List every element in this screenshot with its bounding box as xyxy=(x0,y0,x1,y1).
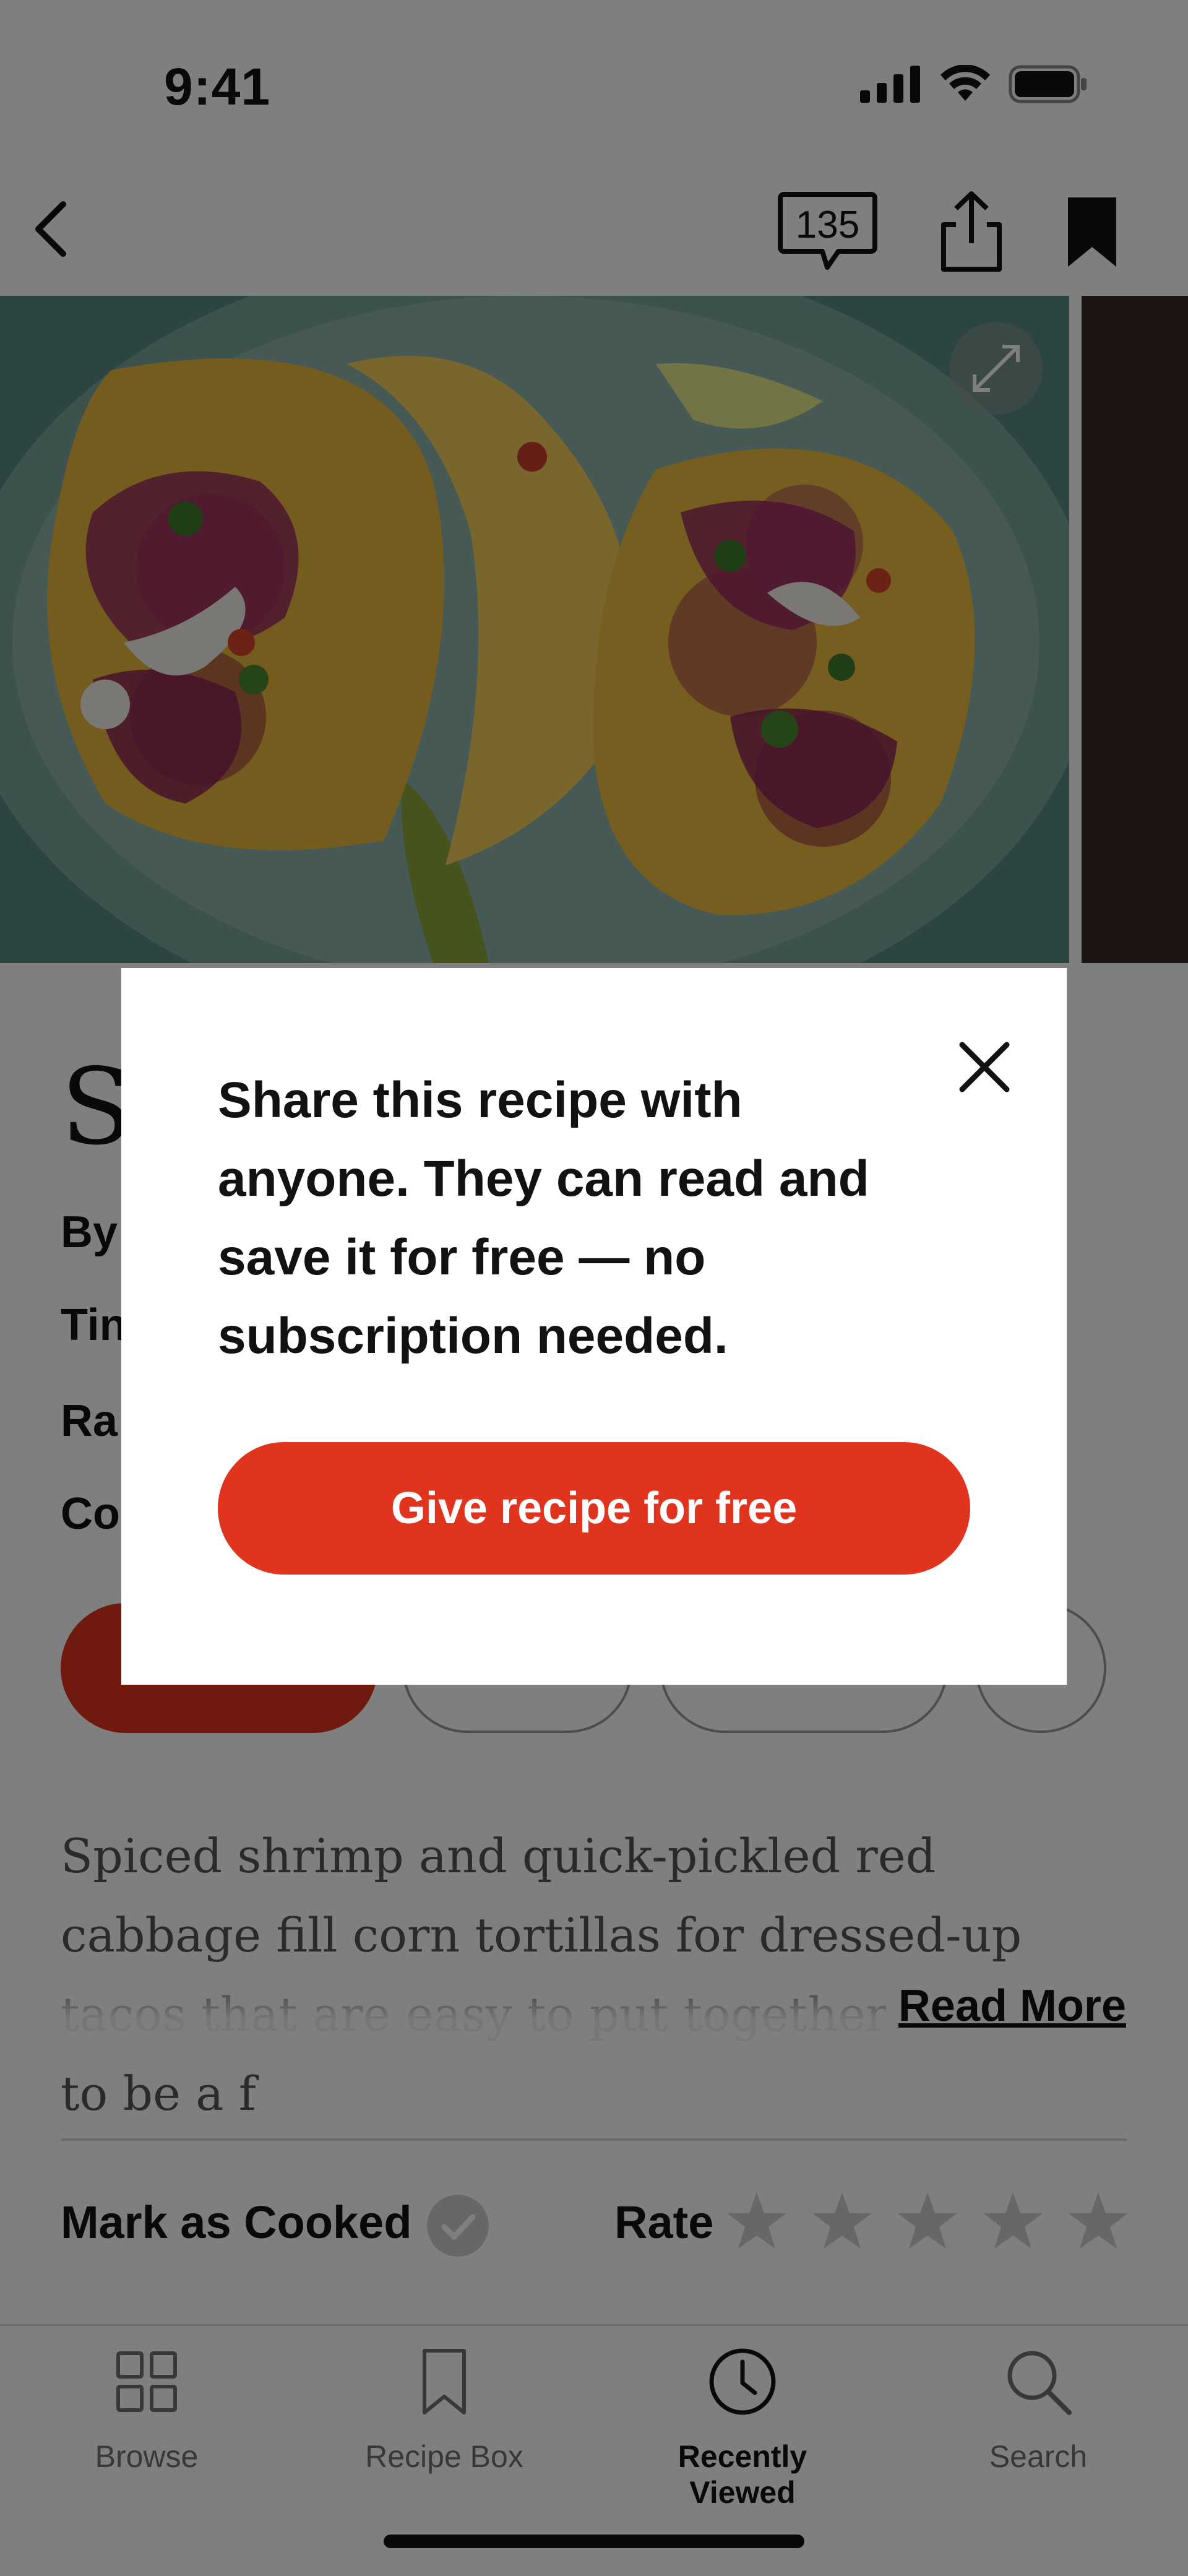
modal-message: Share this recipe with anyone. They can … xyxy=(218,1072,869,1364)
close-button[interactable] xyxy=(947,1030,1022,1104)
close-icon xyxy=(959,1042,1010,1092)
gift-recipe-modal: Share this recipe with anyone. They can … xyxy=(121,968,1067,1685)
give-recipe-button[interactable]: Give recipe for free xyxy=(218,1442,970,1575)
recipe-page: 9:41 xyxy=(0,0,1188,2576)
